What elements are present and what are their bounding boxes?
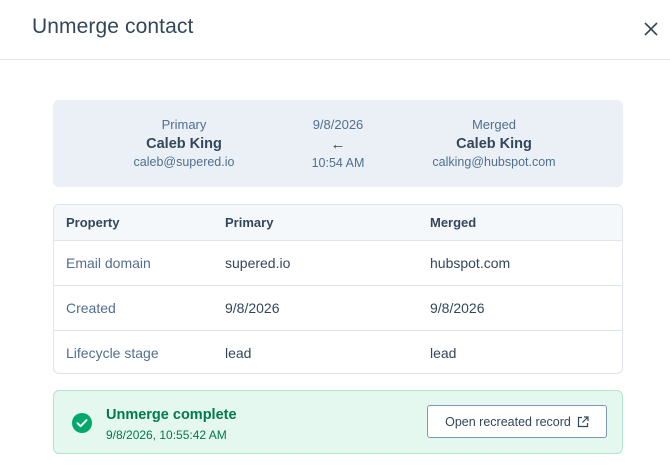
merged-value: lead [430,345,457,361]
arrow-left-icon: ← [330,136,346,153]
check-circle-icon [72,413,92,433]
success-timestamp: 9/8/2026, 10:55:42 AM [106,428,227,442]
open-recreated-record-button[interactable]: Open recreated record [427,405,607,438]
close-icon[interactable] [640,18,662,40]
property-name: Created [66,300,116,316]
primary-email: caleb@supered.io [133,155,235,169]
table-header: Property Primary Merged [54,205,622,240]
merge-info: 9/8/2026 ← 10:54 AM [288,117,388,170]
open-record-label: Open recreated record [445,414,571,429]
table-row: Created 9/8/2026 9/8/2026 [54,285,622,330]
dialog-header: Unmerge contact [0,0,670,60]
table-row: Lifecycle stage lead lead [54,330,622,373]
merge-time: 10:54 AM [311,156,365,170]
merged-label: Merged [471,117,517,132]
property-name: Email domain [66,255,151,271]
header-primary: Primary [225,215,274,230]
primary-value: supered.io [225,255,291,271]
table-row: Email domain supered.io hubspot.com [54,240,622,285]
success-title: Unmerge complete [106,407,237,423]
primary-label: Primary [161,117,207,132]
merge-date: 9/8/2026 [312,117,364,132]
header-merged: Merged [430,215,477,230]
merged-value: hubspot.com [430,255,511,271]
merged-name: Caleb King [456,136,532,152]
merge-summary: Primary Caleb King caleb@supered.io 9/8/… [53,100,623,187]
property-table: Property Primary Merged Email domain sup… [53,204,623,374]
success-banner: Unmerge complete 9/8/2026, 10:55:42 AM O… [53,390,623,454]
merged-contact: Merged Caleb King calking@hubspot.com [414,117,574,169]
primary-name: Caleb King [146,136,222,152]
property-name: Lifecycle stage [66,345,159,361]
primary-contact: Primary Caleb King caleb@supered.io [104,117,264,169]
merged-email: calking@hubspot.com [432,155,556,169]
primary-value: 9/8/2026 [225,300,280,316]
header-property: Property [66,215,120,230]
primary-value: lead [225,345,252,361]
external-link-icon [577,415,589,427]
merged-value: 9/8/2026 [430,300,485,316]
dialog-title: Unmerge contact [32,15,194,38]
